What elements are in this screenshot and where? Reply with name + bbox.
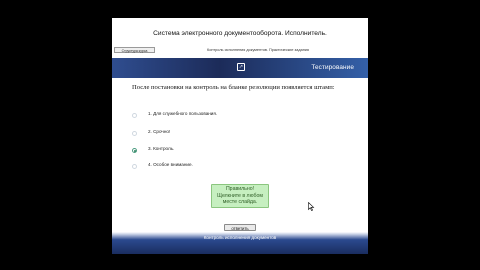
answer-option-2[interactable]: 2. Срочно!	[132, 129, 332, 139]
answer-option-3[interactable]: 3. Контроль.	[132, 146, 332, 156]
option-label: 2. Срочно!	[148, 129, 171, 134]
footer-bar: Контроль исполнения документов	[112, 232, 368, 254]
option-label: 3. Контроль.	[148, 146, 175, 151]
banner-label: Тестирование	[311, 64, 354, 71]
app-title: Система электронного документооборота. И…	[153, 30, 327, 37]
answer-option-4[interactable]: 4. Особое внимание.	[132, 162, 332, 172]
answer-option-1[interactable]: 1. Для служебного пользования.	[132, 111, 332, 121]
radio-icon[interactable]	[132, 131, 137, 136]
correct-feedback-box[interactable]: Правильно! Щелкните в любом месте слайда…	[211, 184, 269, 208]
radio-icon[interactable]	[132, 113, 137, 118]
footer-label: Контроль исполнения документов	[203, 235, 277, 240]
radio-icon[interactable]	[132, 164, 137, 169]
mouse-cursor-icon	[308, 202, 315, 211]
answer-button[interactable]: ответить	[224, 224, 256, 231]
feedback-line-3: месте слайда.	[222, 199, 258, 206]
question-text: После постановки на контроль на бланке р…	[132, 84, 335, 91]
external-link-icon[interactable]: ↗	[237, 63, 245, 71]
feedback-line-1: Правильно!	[225, 186, 255, 192]
slide-title: Контроль исполнения документов. Практиче…	[207, 48, 309, 52]
radio-selected-icon[interactable]	[132, 148, 137, 153]
course-structure-button[interactable]: Структура курса	[114, 47, 155, 53]
test-banner: ↗ Тестирование	[112, 58, 368, 100]
option-label: 4. Особое внимание.	[148, 162, 193, 167]
option-label: 1. Для служебного пользования.	[148, 111, 218, 116]
slide-frame: Система электронного документооборота. И…	[112, 18, 368, 254]
